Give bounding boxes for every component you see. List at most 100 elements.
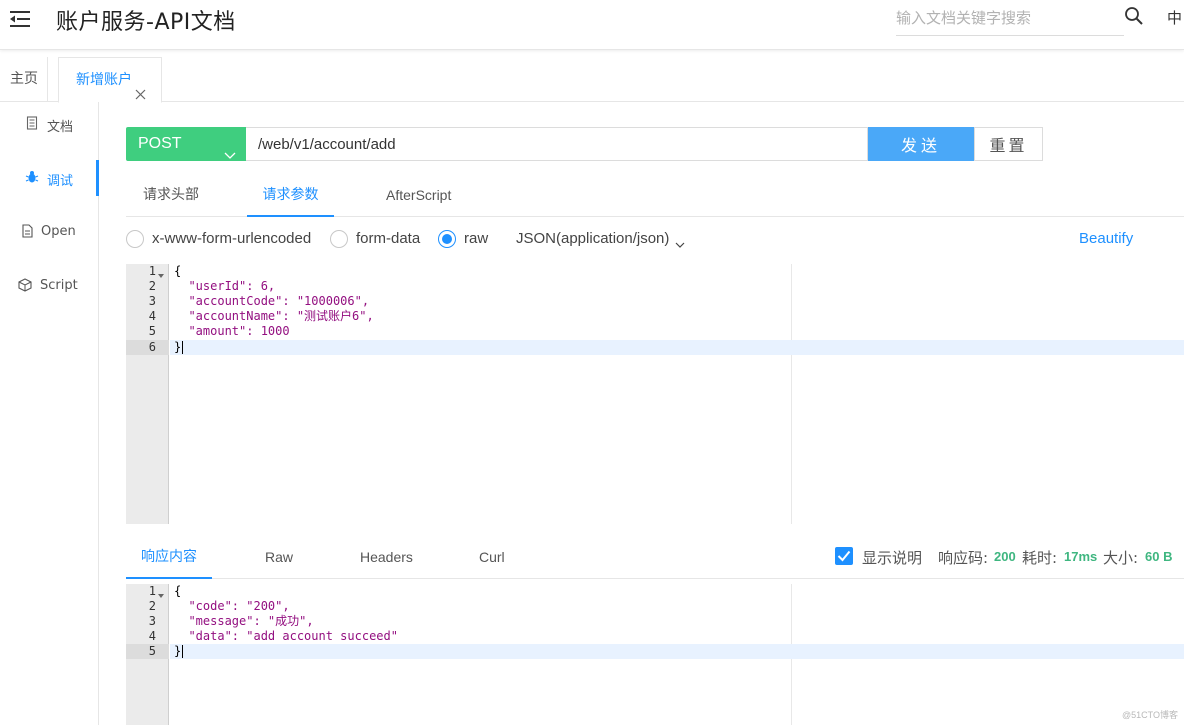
code-text: "accountName": "测试账户6", — [174, 309, 374, 323]
line-number: 4 — [148, 309, 156, 323]
sidebar-item-script[interactable]: Script — [0, 268, 98, 304]
radio-form-data[interactable] — [330, 230, 348, 248]
method-value: POST — [138, 135, 182, 152]
code-line: "userId": 6, — [170, 279, 1184, 294]
line-number: 1 — [148, 584, 156, 598]
code-line: } — [170, 340, 1184, 355]
tab-after-script[interactable]: AfterScript — [386, 178, 451, 216]
tab-label: 主页 — [10, 71, 38, 87]
document-icon — [25, 116, 39, 130]
code-text: "data": "add account succeed" — [174, 629, 398, 643]
radio-urlencoded[interactable] — [126, 230, 144, 248]
chevron-down-icon[interactable] — [675, 236, 685, 248]
sidebar-item-debug[interactable]: 调试 — [0, 160, 98, 196]
line-number: 3 — [148, 614, 156, 628]
show-description-label[interactable]: 显示说明 — [862, 547, 922, 568]
search-input[interactable] — [896, 4, 1124, 32]
search-icon[interactable] — [1124, 6, 1144, 26]
size-label: 大小: — [1103, 549, 1139, 567]
sidebar-item-label: Open — [41, 224, 76, 239]
sidebar-active-indicator — [96, 160, 99, 196]
editor-code[interactable]: { "userId": 6, "accountCode": "1000006",… — [170, 264, 1184, 524]
code-line: "data": "add account succeed" — [170, 629, 1184, 644]
chevron-down-icon — [224, 139, 236, 159]
tab-label: 新增账户 — [76, 72, 132, 88]
duration-value: 17ms — [1064, 549, 1098, 564]
code-text: { — [174, 264, 182, 278]
code-text: "userId": 6, — [174, 279, 276, 293]
content-type-select[interactable]: JSON(application/json) — [516, 230, 669, 247]
code-line: "accountName": "测试账户6", — [170, 309, 1184, 324]
text-cursor — [182, 645, 184, 658]
line-number: 2 — [148, 279, 156, 293]
menu-collapse-icon[interactable] — [8, 8, 32, 30]
sidebar-item-open[interactable]: Open — [0, 214, 98, 250]
sidebar: 文档 调试 Open Script — [0, 102, 99, 725]
code-line: "code": "200", — [170, 599, 1184, 614]
search-box — [896, 4, 1124, 36]
sidebar-item-docs[interactable]: 文档 — [0, 106, 98, 142]
radio-label[interactable]: form-data — [356, 230, 420, 247]
reset-button[interactable]: 重置 — [974, 127, 1043, 161]
fold-arrow-icon[interactable] — [157, 588, 165, 598]
tab-add-account[interactable]: 新增账户 — [58, 57, 162, 103]
editor-code[interactable]: { "code": "200", "message": "成功", "data"… — [170, 584, 1184, 725]
status-code-label: 响应码: — [938, 549, 989, 567]
radio-label[interactable]: x-www-form-urlencoded — [152, 230, 311, 247]
beautify-button[interactable]: Beautify — [1079, 230, 1133, 247]
language-switch[interactable]: 中 — [1167, 7, 1182, 28]
radio-label[interactable]: raw — [464, 230, 488, 247]
tab-request-headers[interactable]: 请求头部 — [143, 178, 199, 216]
code-line: { — [170, 264, 1184, 279]
duration-label: 耗时: — [1022, 549, 1058, 567]
radio-raw[interactable] — [438, 230, 456, 248]
show-description-checkbox[interactable] — [835, 547, 853, 565]
code-line: "accountCode": "1000006", — [170, 294, 1184, 309]
response-body-viewer[interactable]: 1 2 3 4 5 { "code": "200", "message": "成… — [126, 584, 1184, 725]
sidebar-item-label: 文档 — [47, 120, 74, 135]
response-meta: 显示说明 响应码: 200 耗时: 17ms 大小: 60 B — [835, 546, 1180, 568]
tab-request-params[interactable]: 请求参数 — [247, 178, 334, 217]
code-text: "accountCode": "1000006", — [174, 294, 370, 308]
line-number: 2 — [148, 599, 156, 613]
code-text: } — [174, 340, 182, 354]
sidebar-item-label: 调试 — [47, 174, 74, 189]
text-cursor — [182, 341, 184, 354]
line-number: 1 — [148, 264, 156, 278]
tab-response-content[interactable]: 响应内容 — [126, 540, 212, 579]
code-text: "amount": 1000 — [174, 324, 290, 338]
code-text: "code": "200", — [174, 599, 290, 613]
app-title: 账户服务-API文档 — [56, 10, 236, 35]
code-line: "amount": 1000 — [170, 324, 1184, 339]
line-number: 6 — [126, 340, 169, 355]
file-icon — [20, 224, 34, 238]
sidebar-item-label: Script — [40, 278, 78, 293]
editor-gutter: 1 2 3 4 5 6 — [126, 264, 169, 524]
code-line: "message": "成功", — [170, 614, 1184, 629]
code-line: } — [170, 644, 1184, 659]
watermark: @51CTO博客 — [1122, 710, 1178, 720]
line-number: 5 — [126, 644, 169, 659]
close-icon[interactable] — [135, 74, 146, 100]
line-number: 3 — [148, 294, 156, 308]
tab-response-raw[interactable]: Raw — [265, 540, 293, 578]
send-button[interactable]: 发送 — [868, 127, 974, 161]
page-tabs: 主页 新增账户 — [0, 57, 1184, 103]
url-input[interactable] — [246, 127, 868, 161]
tab-response-headers[interactable]: Headers — [360, 540, 413, 578]
bug-icon — [25, 170, 39, 184]
request-body-editor[interactable]: 1 2 3 4 5 6 { "userId": 6, "accountCode"… — [126, 264, 1184, 524]
app-header: 账户服务-API文档 中 — [0, 0, 1184, 50]
fold-arrow-icon[interactable] — [157, 268, 165, 278]
tab-home[interactable]: 主页 — [0, 57, 48, 102]
method-select[interactable]: POST — [126, 127, 246, 161]
cube-icon — [18, 278, 32, 292]
code-text: { — [174, 584, 182, 598]
body-type-options: x-www-form-urlencoded form-data raw JSON… — [126, 228, 1184, 252]
tab-response-curl[interactable]: Curl — [479, 540, 505, 578]
code-text: } — [174, 644, 182, 658]
line-number: 5 — [148, 324, 156, 338]
code-text: "message": "成功", — [174, 614, 314, 628]
request-tabs: 请求头部 请求参数 AfterScript — [126, 178, 1184, 217]
code-line: { — [170, 584, 1184, 599]
